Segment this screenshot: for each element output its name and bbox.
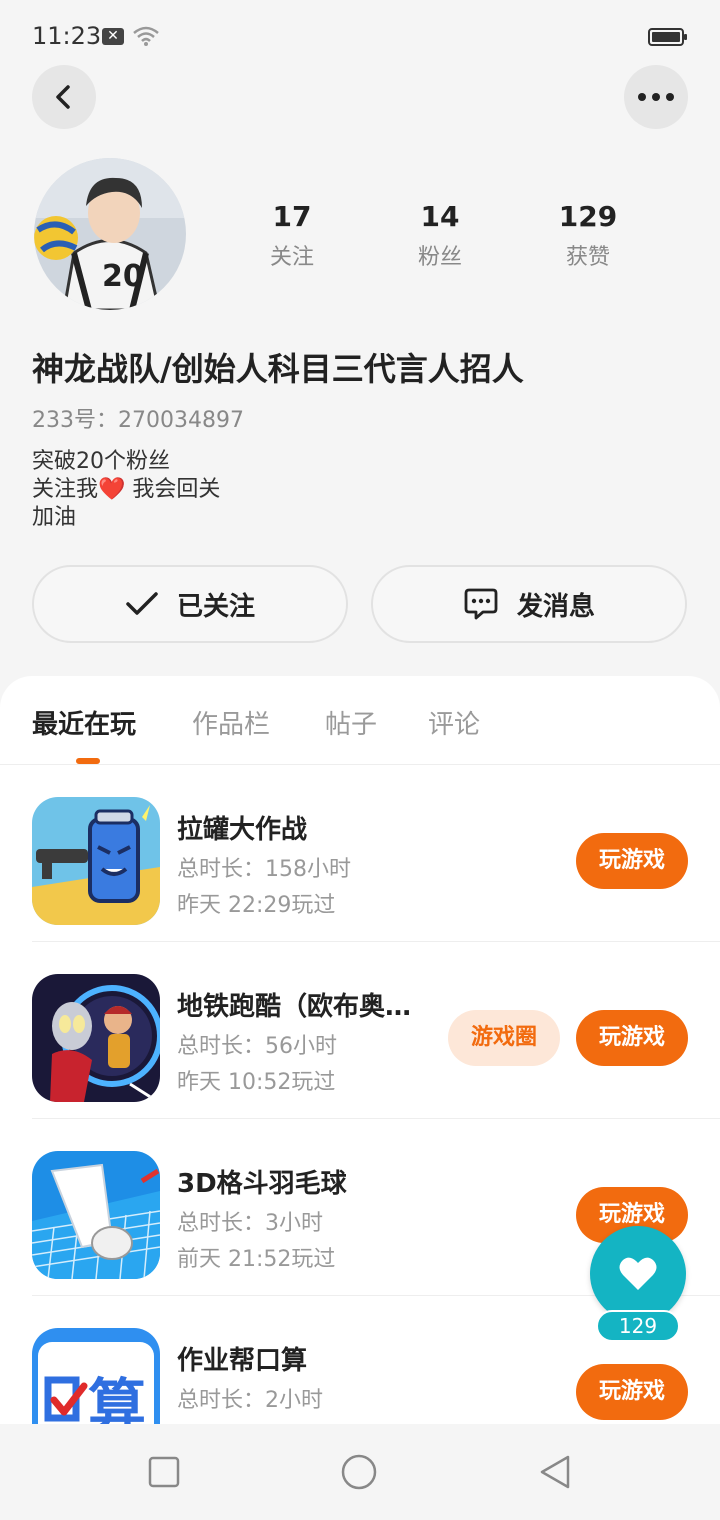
close-box-icon: ✕ xyxy=(102,28,124,45)
stat-likes[interactable]: 129 获赞 xyxy=(518,200,658,271)
wifi-icon xyxy=(133,26,159,46)
tab-comments[interactable]: 评论 xyxy=(428,704,480,741)
back-button[interactable] xyxy=(32,65,96,129)
game-icon[interactable] xyxy=(32,974,160,1102)
battery-icon xyxy=(648,28,687,46)
game-row[interactable]: 地铁跑酷（欧布奥… 总时长：56小时 昨天 10:52玩过 游戏圈 玩游戏 xyxy=(0,942,720,1119)
game-last-played: 昨天 10:52玩过 xyxy=(177,1070,336,1095)
tab-bar: 最近在玩 作品栏 帖子 评论 xyxy=(0,676,720,765)
game-total-time: 总时长：2小时 xyxy=(177,1388,323,1413)
game-name: 3D格斗羽毛球 xyxy=(177,1169,347,1199)
svg-text:20: 20 xyxy=(102,259,144,294)
bio-line: 关注我❤️ 我会回关 xyxy=(32,477,221,502)
follow-label: 已关注 xyxy=(176,591,255,622)
more-dots-icon xyxy=(638,93,674,101)
profile-bio: 突破20个粉丝 关注我❤️ 我会回关 加油 xyxy=(32,448,220,532)
like-count: 129 xyxy=(596,1310,680,1342)
stat-label: 获赞 xyxy=(565,245,610,270)
game-last-played: 昨天 22:29玩过 xyxy=(177,893,336,918)
profile-name: 神龙战队/创始人科目三代言人招人 xyxy=(32,350,524,388)
game-icon[interactable] xyxy=(32,797,160,925)
tab-recently-played[interactable]: 最近在玩 xyxy=(32,704,136,741)
avatar[interactable]: 20 xyxy=(34,158,186,310)
follow-button[interactable]: 已关注 xyxy=(32,565,348,643)
heart-icon xyxy=(619,1257,657,1290)
heart-emoji-icon: ❤️ xyxy=(98,477,126,502)
back-triangle-icon[interactable] xyxy=(538,1454,574,1490)
stat-followers[interactable]: 14 粉丝 xyxy=(370,200,510,271)
play-game-button[interactable]: 玩游戏 xyxy=(576,1010,688,1066)
status-time: 11:23 xyxy=(32,22,102,50)
chat-bubble-icon xyxy=(464,588,498,620)
game-total-time: 总时长：56小时 xyxy=(177,1034,337,1059)
game-name: 地铁跑酷（欧布奥… xyxy=(177,992,412,1022)
game-total-time: 总时长：158小时 xyxy=(177,857,351,882)
bio-line: 加油 xyxy=(32,505,77,530)
status-bar: 11:23 ✕ xyxy=(0,0,720,60)
stat-label: 关注 xyxy=(269,245,314,270)
message-label: 发消息 xyxy=(516,591,595,622)
profile-id: 233号：270034897 xyxy=(32,408,244,433)
play-game-button[interactable]: 玩游戏 xyxy=(576,1364,688,1420)
more-button[interactable] xyxy=(624,65,688,129)
home-icon[interactable] xyxy=(341,1454,377,1490)
tab-works[interactable]: 作品栏 xyxy=(192,704,270,741)
like-button[interactable] xyxy=(590,1226,686,1322)
stat-label: 粉丝 xyxy=(417,245,462,270)
game-icon[interactable] xyxy=(32,1151,160,1279)
game-circle-button[interactable]: 游戏圈 xyxy=(448,1010,560,1066)
bio-line: 突破20个粉丝 xyxy=(32,449,170,474)
stat-value: 14 xyxy=(420,200,460,233)
check-icon xyxy=(126,592,158,615)
recent-apps-icon[interactable] xyxy=(146,1454,182,1490)
stat-following[interactable]: 17 关注 xyxy=(222,200,362,271)
game-icon[interactable]: 算 xyxy=(32,1328,160,1424)
chevron-left-icon xyxy=(56,85,70,109)
svg-text:算: 算 xyxy=(88,1372,146,1424)
play-game-button[interactable]: 玩游戏 xyxy=(576,833,688,889)
game-name: 拉罐大作战 xyxy=(177,815,308,845)
game-last-played: 前天 21:52玩过 xyxy=(177,1247,336,1272)
game-row[interactable]: 拉罐大作战 总时长：158小时 昨天 22:29玩过 玩游戏 xyxy=(0,765,720,942)
system-nav-bar xyxy=(0,1424,720,1520)
tab-posts[interactable]: 帖子 xyxy=(325,704,377,741)
stat-value: 129 xyxy=(558,200,618,233)
message-button[interactable]: 发消息 xyxy=(371,565,687,643)
stat-value: 17 xyxy=(272,200,312,233)
game-name: 作业帮口算 xyxy=(177,1346,308,1376)
tab-indicator xyxy=(76,758,100,764)
game-total-time: 总时长：3小时 xyxy=(177,1211,323,1236)
